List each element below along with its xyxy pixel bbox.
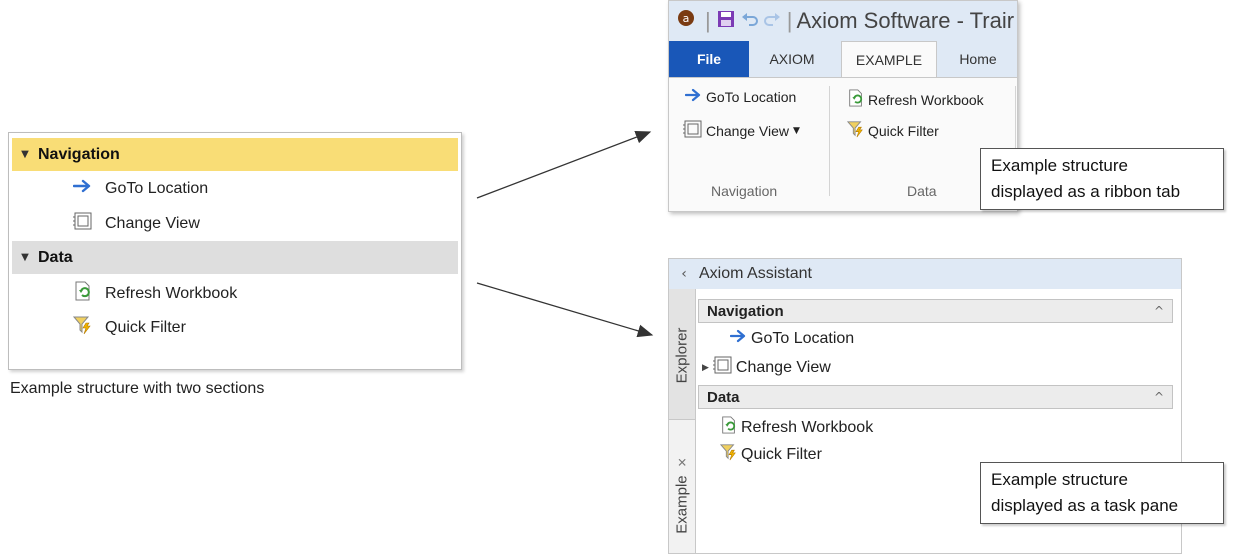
callout-line: displayed as a ribbon tab — [991, 182, 1181, 201]
taskpane-callout: Example structure displayed as a task pa… — [980, 462, 1224, 524]
ribbon-group-label-data: Data — [907, 183, 937, 199]
ribbon-callout: Example structure displayed as a ribbon … — [980, 148, 1224, 210]
side-tab-explorer[interactable]: Explorer — [669, 295, 695, 415]
ribbon-change-view-button[interactable]: Change View ▼ — [683, 120, 800, 141]
callout-line: Example structure — [991, 156, 1128, 175]
arrow-to-ribbon — [476, 131, 652, 199]
ribbon-quick-filter-button[interactable]: Quick Filter — [846, 120, 939, 141]
side-tab-label: Explorer — [673, 327, 691, 383]
refresh-workbook-icon — [847, 88, 865, 111]
ribbon-group-label-navigation: Navigation — [711, 183, 778, 199]
button-label: GoTo Location — [706, 88, 797, 105]
quick-filter-icon — [719, 443, 738, 466]
collapse-up-icon[interactable]: ^ — [1154, 304, 1164, 318]
side-tab-label: Example — [673, 474, 691, 534]
ribbon-screenshot: a | | Axiom Software - Trair File AXIOM … — [668, 0, 1018, 212]
task-pane-side-tabs: Explorer Example ✕ — [669, 289, 696, 553]
ribbon-body: GoTo Location Change View ▼ Refresh Work… — [669, 77, 1017, 211]
quick-filter-icon — [846, 120, 865, 141]
pane-item-label: Quick Filter — [741, 445, 822, 463]
button-label: Refresh Workbook — [868, 91, 984, 108]
tab-example[interactable]: EXAMPLE — [841, 41, 937, 78]
refresh-workbook-icon — [720, 415, 738, 440]
close-icon[interactable]: ✕ — [676, 457, 690, 467]
change-view-icon — [712, 356, 733, 379]
group-separator — [829, 86, 830, 196]
pane-item-goto-location[interactable]: GoTo Location — [729, 329, 855, 348]
collapse-up-icon[interactable]: ^ — [1154, 390, 1164, 404]
pane-item-label: GoTo Location — [751, 329, 855, 347]
callout-line: displayed as a task pane — [991, 496, 1179, 515]
ribbon-refresh-workbook-button[interactable]: Refresh Workbook — [847, 88, 984, 111]
undo-icon[interactable] — [741, 8, 759, 34]
task-pane-title: Axiom Assistant — [699, 265, 812, 282]
tab-home[interactable]: Home — [943, 41, 1013, 77]
side-tab-example[interactable]: Example ✕ — [669, 419, 695, 553]
pane-item-label: Change View — [735, 358, 831, 376]
callout-line: Example structure — [991, 470, 1128, 489]
collapse-pane-icon[interactable]: ‹ — [669, 266, 699, 282]
ribbon-goto-location-button[interactable]: GoTo Location — [684, 88, 797, 105]
task-pane-header: ‹ Axiom Assistant — [669, 259, 1181, 289]
arrow-right-icon — [729, 329, 748, 348]
button-label: Quick Filter — [868, 122, 939, 139]
app-logo-icon: a — [677, 8, 695, 34]
button-label: Change View — [706, 122, 790, 139]
save-icon[interactable] — [717, 8, 735, 34]
titlebar-separator: | — [786, 8, 793, 33]
pane-item-quick-filter[interactable]: Quick Filter — [719, 443, 822, 466]
window-title: Axiom Software - Trair — [796, 8, 1015, 33]
arrow-to-taskpane — [476, 282, 654, 338]
svg-text:a: a — [683, 12, 690, 25]
tab-axiom[interactable]: AXIOM — [753, 41, 831, 77]
pane-group-label: Data — [707, 388, 740, 406]
change-view-icon — [683, 120, 703, 141]
arrow-right-icon — [684, 88, 703, 105]
expand-caret-icon[interactable]: ▶ — [702, 363, 709, 373]
pane-item-change-view[interactable]: ▶ Change View — [702, 356, 831, 379]
pane-group-label: Navigation — [707, 302, 784, 320]
tab-file[interactable]: File — [669, 41, 749, 77]
titlebar-separator: | — [705, 8, 711, 33]
pane-item-refresh-workbook[interactable]: Refresh Workbook — [720, 415, 873, 440]
redo-icon[interactable] — [763, 8, 781, 34]
ribbon-titlebar: a | | Axiom Software - Trair — [669, 1, 1017, 41]
pane-group-data[interactable]: Data ^ — [698, 385, 1173, 409]
pane-group-navigation[interactable]: Navigation ^ — [698, 299, 1173, 323]
pane-item-label: Refresh Workbook — [741, 418, 874, 436]
dropdown-arrow-icon: ▼ — [793, 125, 800, 136]
ribbon-tab-bar: File AXIOM EXAMPLE Home — [669, 41, 1017, 78]
